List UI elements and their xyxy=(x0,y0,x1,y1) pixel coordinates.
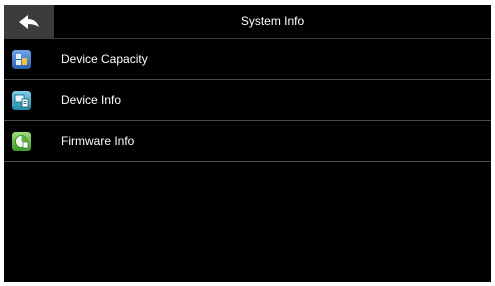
menu-item-firmware-info[interactable]: Firmware Info xyxy=(4,121,491,162)
back-arrow-icon xyxy=(19,14,39,29)
menu-item-label: Firmware Info xyxy=(61,134,135,148)
menu-item-device-capacity[interactable]: Device Capacity xyxy=(4,39,491,80)
header-bar: System Info xyxy=(4,5,491,39)
back-button[interactable] xyxy=(4,5,54,38)
menu-item-label: Device Info xyxy=(61,93,122,107)
menu-list: Device Capacity Device Info Firmware Inf… xyxy=(4,39,491,162)
device-capacity-icon xyxy=(12,50,31,69)
menu-item-device-info[interactable]: Device Info xyxy=(4,80,491,121)
system-info-screen: System Info Device Capacity Device Info … xyxy=(4,5,491,282)
page-title: System Info xyxy=(240,14,305,28)
firmware-info-icon xyxy=(12,132,31,151)
device-info-icon xyxy=(12,91,31,110)
menu-item-label: Device Capacity xyxy=(61,52,148,66)
